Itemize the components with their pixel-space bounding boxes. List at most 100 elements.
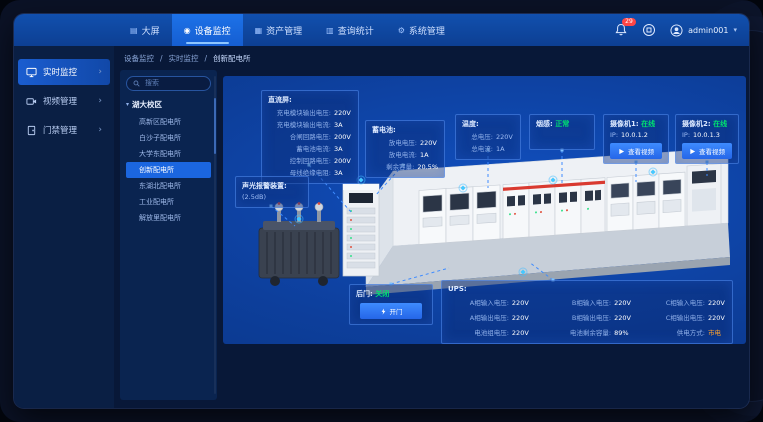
- panel-title-row: 烟感: 正常: [536, 119, 588, 129]
- metric-label: 总电压:: [462, 131, 493, 141]
- ip-value: 10.0.1.3: [693, 131, 720, 139]
- metric-value: 3A: [334, 169, 352, 177]
- nav-item-query-stats[interactable]: ▥ 查询统计: [314, 14, 386, 46]
- metric-label: 放电电压:: [372, 137, 417, 147]
- metric-label: 合闸回路电压:: [268, 131, 331, 141]
- notification-bell-button[interactable]: 29: [614, 23, 628, 37]
- app-body: 实时监控 › 视频管理 › 门禁管理 ›: [14, 46, 749, 408]
- metric-label: A相输入电压:: [448, 297, 509, 307]
- fullscreen-button[interactable]: [642, 23, 656, 37]
- button-label: 开门: [390, 306, 403, 316]
- panel-title: UPS:: [448, 285, 726, 293]
- metric-label: 放电电流:: [372, 149, 417, 159]
- tree-search: [126, 76, 211, 91]
- tree-scrollbar[interactable]: [214, 98, 216, 154]
- panel-dc-screen: 直流屏: 充电模块输出电压:220V 充电模块输出电流:3A 合闸回路电压:20…: [261, 90, 359, 184]
- asset-icon: ▦: [255, 26, 263, 35]
- user-menu[interactable]: admin001 ▾: [670, 24, 737, 37]
- play-icon: [618, 148, 625, 155]
- status-badge: 在线: [641, 120, 655, 128]
- content-row: ▾ 湖大校区 高新区配电所 白沙子配电所 大学东配电所 创新配电所 东湖北配电所…: [120, 70, 741, 400]
- metric-value: 220V: [708, 314, 726, 322]
- view-video-button[interactable]: 查看视频: [610, 143, 662, 159]
- nav-label: 查询统计: [338, 24, 374, 37]
- metric-label: 剩余容量:: [372, 161, 414, 171]
- chevron-right-icon: ›: [98, 67, 102, 77]
- view-video-button[interactable]: 查看视频: [682, 143, 732, 159]
- tree-item-station-6[interactable]: 工业配电所: [126, 194, 211, 210]
- metric-value: 200V: [334, 133, 352, 141]
- metric-label: A相输出电压:: [448, 312, 509, 322]
- status-badge: 正常: [555, 120, 569, 128]
- open-door-button[interactable]: 开门: [360, 303, 422, 319]
- chevron-right-icon: ›: [98, 96, 102, 106]
- sidebar-item-video-management[interactable]: 视频管理 ›: [18, 88, 110, 114]
- nav-label: 大屏: [142, 24, 160, 37]
- panel-ups: UPS: A相输入电压:220V B相输入电压:220V C相输入电压:220V…: [441, 280, 733, 344]
- search-input[interactable]: [143, 79, 204, 88]
- metric-value: 1A: [496, 145, 514, 153]
- fullscreen-icon: [642, 23, 656, 37]
- tree-root-node[interactable]: ▾ 湖大校区: [126, 99, 211, 110]
- metric-label: 充电模块输出电压:: [268, 107, 331, 117]
- metric-label: 充电模块输出电流:: [268, 119, 331, 129]
- panel-title: 温度:: [462, 119, 514, 129]
- content-area: 设备监控 / 实时监控 / 创新配电所: [114, 46, 749, 408]
- sidebar-item-access-control[interactable]: 门禁管理 ›: [18, 117, 110, 143]
- tree-item-station-4-selected[interactable]: 创新配电所: [126, 162, 211, 178]
- stats-icon: ▥: [326, 26, 334, 35]
- breadcrumb-item[interactable]: 设备监控: [124, 53, 154, 64]
- metric-label: 电池剩余容量:: [542, 327, 611, 337]
- panel-rear-door: 后门: 关闭 开门: [349, 284, 433, 325]
- main-nav: ▤ 大屏 ◉ 设备监控 ▦ 资产管理 ▥ 查询统计 ⚙ 系统管理: [118, 14, 457, 46]
- panel-sound-light-alarm: 声光报警装置: (2.5dB): [235, 176, 309, 208]
- metric-value: 220V: [496, 133, 514, 141]
- nav-item-system-management[interactable]: ⚙ 系统管理: [386, 14, 457, 46]
- tree-item-station-2[interactable]: 白沙子配电所: [126, 130, 211, 146]
- panel-camera-2: 摄像机2: 在线 IP:10.0.1.3 查看视频: [675, 114, 739, 164]
- panel-temperature: 温度: 总电压:220V 总电流:1A: [455, 114, 521, 160]
- panel-title: 直流屏:: [268, 95, 352, 105]
- metric-label: 控制回路电压:: [268, 155, 331, 165]
- breadcrumb-item[interactable]: 实时监控: [169, 53, 199, 64]
- breadcrumb-separator: /: [160, 54, 163, 63]
- sidebar: 实时监控 › 视频管理 › 门禁管理 ›: [14, 46, 114, 408]
- sidebar-item-realtime-monitoring[interactable]: 实时监控 ›: [18, 59, 110, 85]
- tree-item-station-3[interactable]: 大学东配电所: [126, 146, 211, 162]
- tree-item-station-5[interactable]: 东湖北配电所: [126, 178, 211, 194]
- panel-title: 烟感:: [536, 120, 553, 128]
- panel-smoke-detector: 烟感: 正常: [529, 114, 595, 150]
- metric-value: 220V: [512, 299, 530, 307]
- button-label: 查看视频: [628, 146, 654, 156]
- metric-value: 220V: [614, 299, 632, 307]
- tree-item-station-7[interactable]: 解放里配电所: [126, 210, 211, 226]
- metric-label: 电池组电压:: [448, 327, 509, 337]
- metric-value: 220V: [614, 314, 632, 322]
- tree-item-station-1[interactable]: 高新区配电所: [126, 114, 211, 130]
- monitor-icon: ◉: [184, 26, 191, 35]
- topbar: ▤ 大屏 ◉ 设备监控 ▦ 资产管理 ▥ 查询统计 ⚙ 系统管理: [14, 14, 749, 46]
- metric-value: 220V: [420, 139, 438, 147]
- tree-root-label: 湖大校区: [132, 99, 162, 110]
- nav-label: 资产管理: [266, 24, 302, 37]
- metric-value: 89%: [614, 329, 632, 337]
- station-3d-view: 直流屏: 充电模块输出电压:220V 充电模块输出电流:3A 合闸回路电压:20…: [223, 76, 746, 344]
- metric-value: 220V: [512, 314, 530, 322]
- metric-label: 供电方式:: [644, 327, 705, 337]
- screen-icon: ▤: [130, 26, 138, 35]
- button-label: 查看视频: [699, 146, 725, 156]
- metric-label: 蓄电池电流:: [268, 143, 331, 153]
- metric-label: C相输出电压:: [644, 312, 705, 322]
- tree-collapse-icon: ▾: [126, 101, 129, 108]
- chevron-down-icon: ▾: [733, 26, 737, 34]
- nav-item-asset-management[interactable]: ▦ 资产管理: [243, 14, 315, 46]
- panel-title: 摄像机1:: [610, 120, 639, 128]
- metric-value: 3A: [334, 145, 352, 153]
- nav-item-bigscreen[interactable]: ▤ 大屏: [118, 14, 172, 46]
- play-icon: [689, 148, 696, 155]
- notification-badge: 29: [622, 18, 636, 26]
- nav-item-device-monitoring[interactable]: ◉ 设备监控: [172, 14, 243, 46]
- status-badge: 关闭: [375, 290, 389, 298]
- panel-title-row: 后门: 关闭: [356, 289, 426, 299]
- metric-value: 3A: [334, 121, 352, 129]
